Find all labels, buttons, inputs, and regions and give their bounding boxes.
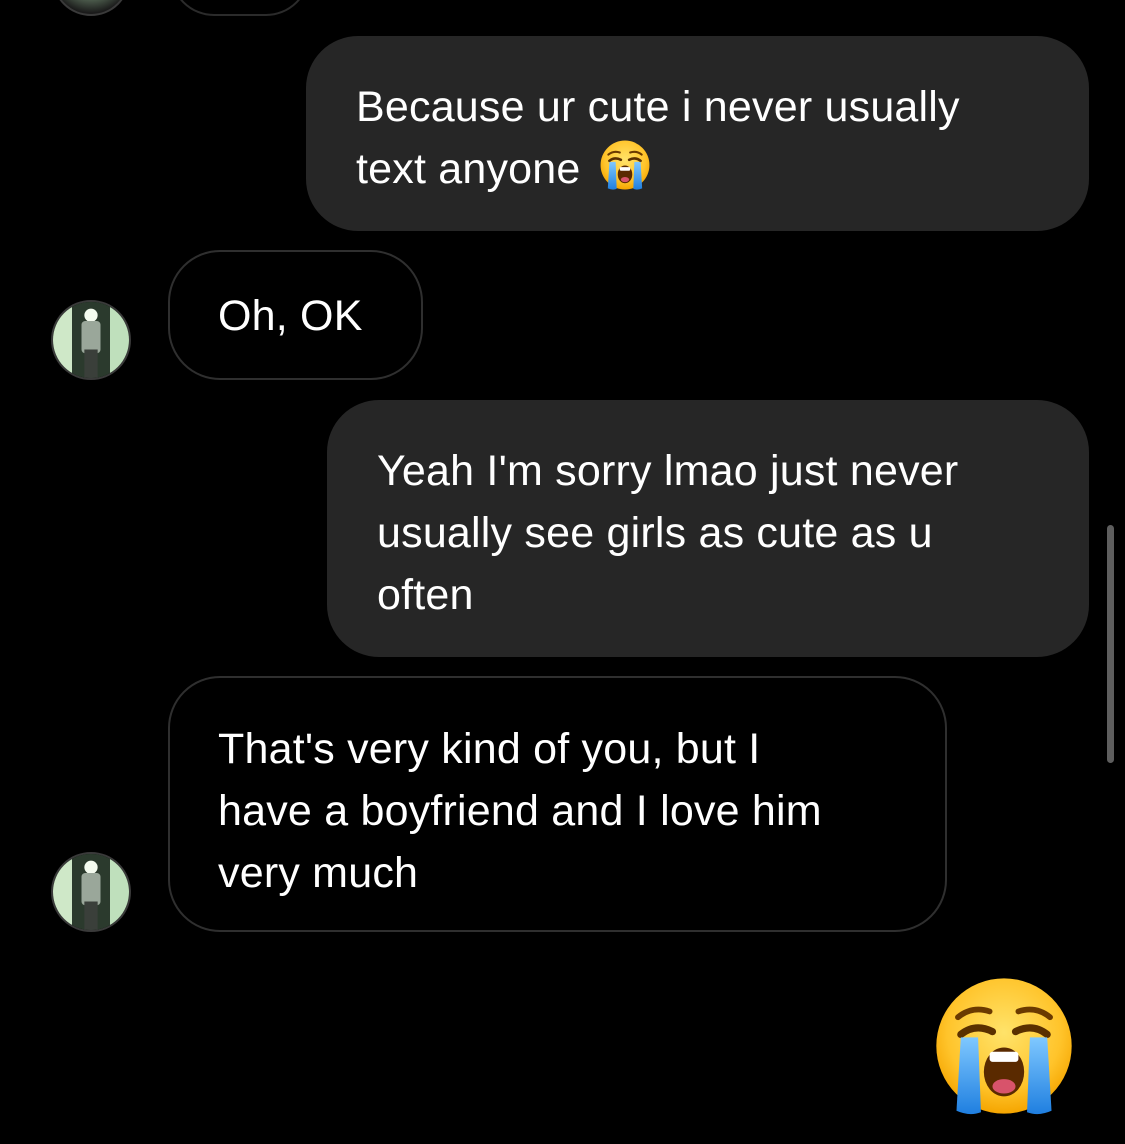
message-line: often (377, 571, 474, 619)
message-line: very much (218, 849, 419, 897)
loudly-crying-face-icon[interactable] (932, 974, 1076, 1118)
message-line: Because ur cute i never usually (356, 83, 960, 131)
message-line: usually see girls as cute as u (377, 509, 933, 557)
loudly-crying-face-icon (599, 139, 651, 191)
message-bubble-received[interactable]: That's very kind of you, but I have a bo… (168, 676, 947, 932)
contact-avatar[interactable] (51, 852, 131, 932)
message-bubble-sent[interactable]: Because ur cute i never usually text any… (306, 36, 1089, 231)
contact-avatar[interactable] (51, 300, 131, 380)
message-line-text: text anyone (356, 145, 581, 193)
avatar-image (53, 854, 129, 930)
message-line: That's very kind of you, but I (218, 725, 761, 773)
message-bubble-received[interactable]: Oh, OK (168, 250, 423, 380)
message-bubble-sent[interactable]: Yeah I'm sorry lmao just never usually s… (327, 400, 1089, 657)
scrollbar[interactable] (1107, 525, 1114, 763)
chat-screen: Because ur cute i never usually text any… (0, 0, 1125, 1144)
message-line: Oh, OK (218, 292, 363, 340)
avatar-partial (52, 0, 130, 16)
message-bubble-partial (170, 0, 310, 16)
avatar-image (53, 302, 129, 378)
message-line: Yeah I'm sorry lmao just never (377, 447, 959, 495)
message-line: text anyone (356, 138, 1049, 200)
message-line: have a boyfriend and I love him (218, 787, 822, 835)
